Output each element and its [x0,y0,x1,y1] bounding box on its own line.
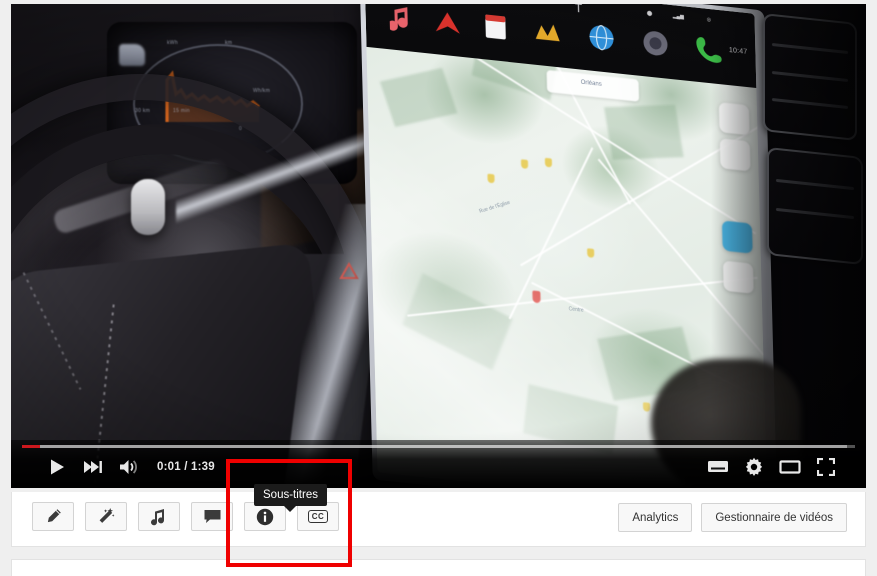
gear-icon [745,457,763,476]
fullscreen-icon [817,458,835,476]
hazard-light-button[interactable] [339,262,359,280]
pencil-icon [47,509,61,523]
map-marker[interactable] [487,173,495,184]
page-root: kWh km Wh/km 30 km 15 min 0 [0,0,877,576]
next-button[interactable] [75,454,111,480]
map-marker[interactable] [587,248,595,258]
video-manager-button[interactable]: Gestionnaire de vidéos [701,503,847,532]
settings-button[interactable] [736,454,772,480]
map-marker[interactable] [544,157,553,168]
captions-tooltip-label: Sous-titres [263,489,318,501]
captions-button[interactable] [700,454,736,480]
theater-mode-icon [779,460,801,474]
youtube-video-player[interactable]: kWh km Wh/km 30 km 15 min 0 [11,4,866,488]
fullscreen-button[interactable] [808,454,844,480]
play-button[interactable] [39,454,75,480]
map-marker[interactable] [642,402,651,412]
audio-button[interactable] [138,502,180,531]
theater-button[interactable] [772,454,808,480]
map-field [604,104,684,160]
analytics-button[interactable]: Analytics [618,503,693,532]
music-note-icon [151,508,165,525]
calendar-icon[interactable] [483,11,508,42]
camera-icon[interactable] [641,28,670,59]
player-left-controls[interactable]: 0:01 / 1:39 [39,454,215,480]
cc-icon: CC [307,510,329,523]
next-track-icon [84,461,102,473]
subtitles-icon [708,461,728,472]
video-management-buttons: Analytics Gestionnaire de vidéos [618,503,847,532]
progress-bar[interactable] [22,444,855,449]
map-current-position-marker [532,290,541,304]
info-button[interactable] [244,502,286,531]
player-right-controls[interactable] [700,454,844,480]
web-icon[interactable] [587,22,616,53]
steering-column-stalk [131,179,165,235]
volume-button[interactable] [111,454,147,480]
speech-bubble-icon [204,510,220,523]
progress-loaded [22,445,847,448]
edit-button[interactable] [32,502,74,531]
captions-tooltip: Sous-titres [254,484,327,512]
map-marker[interactable] [520,159,529,169]
volume-icon [120,460,137,474]
enhancements-button[interactable] [85,502,127,531]
play-icon [51,459,64,475]
player-controls-bar[interactable]: 0:01 / 1:39 [11,440,866,488]
info-icon [256,508,274,525]
content-panel-below [11,559,866,576]
time-display: 0:01 / 1:39 [157,461,215,473]
navigation-icon[interactable] [433,8,462,37]
annotations-button[interactable] [191,502,233,531]
video-action-bar: CC Analytics Gestionnaire de vidéos [11,492,866,547]
music-icon[interactable] [389,4,416,34]
cluster-status-icon [119,44,145,66]
magic-wand-icon [99,507,115,523]
tooltip-arrow [284,506,297,512]
video-surface[interactable]: kWh km Wh/km 30 km 15 min 0 [11,4,866,488]
captions-button[interactable]: CC [297,502,339,531]
energy-icon[interactable] [533,18,562,45]
